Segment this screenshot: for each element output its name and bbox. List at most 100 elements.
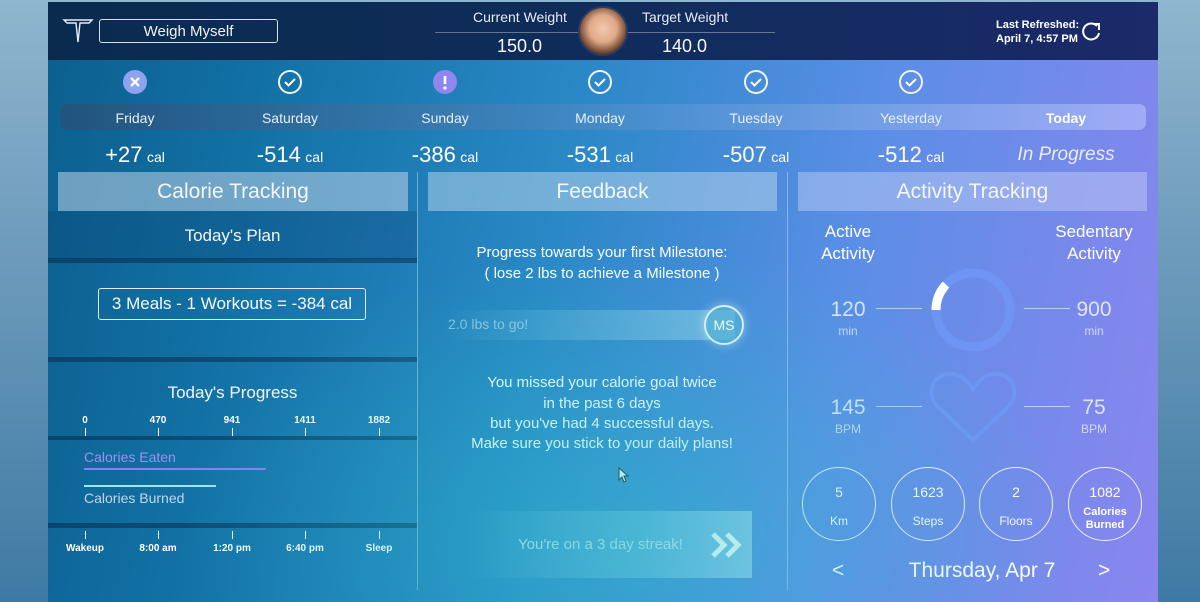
- calorie-unit: cal: [926, 149, 945, 165]
- todays-progress-title: Today's Progress: [167, 383, 298, 402]
- streak-banner[interactable]: You're on a 3 day streak!: [466, 511, 752, 578]
- floors-stat[interactable]: 2 Floors: [979, 467, 1053, 541]
- sedentary-minutes-value: 900: [1076, 298, 1112, 321]
- time-tick: [232, 531, 233, 539]
- refresh-icon[interactable]: [1080, 21, 1102, 43]
- calorie-unit: cal: [615, 149, 634, 165]
- sedentary-activity-label: Sedentary Activity: [1046, 221, 1142, 265]
- time-label: 6:40 pm: [286, 543, 324, 554]
- activity-tracking-header[interactable]: Activity Tracking: [798, 172, 1147, 211]
- day-calorie-delta: -531 cal: [530, 142, 670, 168]
- bpm-low-unit: BPM: [1080, 422, 1107, 436]
- calorie-value: -514: [256, 142, 301, 167]
- time-tick: [158, 531, 159, 539]
- time-label: Sleep: [365, 543, 393, 554]
- scale-tick: [158, 428, 159, 436]
- today-in-progress: In Progress: [1017, 144, 1115, 165]
- sedentary-minutes-unit: min: [1084, 324, 1104, 338]
- weigh-myself-button[interactable]: Weigh Myself: [99, 19, 278, 43]
- calories-eaten-bar: [84, 468, 267, 470]
- day-status-check-icon: [899, 70, 923, 94]
- stat-unit: Km: [830, 514, 848, 528]
- time-label: Wakeup: [66, 543, 104, 554]
- scale-label: 470: [149, 415, 167, 426]
- bpm-high-value: 145: [830, 396, 866, 419]
- day-tab-tuesday[interactable]: Tuesday: [696, 110, 816, 126]
- scale-label: 1882: [367, 415, 391, 426]
- scale-label: 1411: [294, 415, 316, 426]
- milestone-progress-text: 2.0 lbs to go!: [448, 316, 529, 332]
- activity-ring: [931, 268, 1015, 352]
- calorie-value: -512: [877, 142, 922, 167]
- calorie-value: -531: [566, 142, 611, 167]
- mouse-cursor-icon: [618, 467, 630, 483]
- sedentary-label-line: Activity: [1067, 244, 1121, 263]
- panel-divider-line: [48, 523, 417, 528]
- milestone-badge[interactable]: MS: [704, 305, 744, 345]
- day-status-check-icon: [744, 70, 768, 94]
- day-status-warning-icon: [433, 70, 457, 94]
- day-calorie-delta: +27 cal: [65, 142, 205, 168]
- active-minutes-unit: min: [838, 324, 858, 338]
- feedback-header[interactable]: Feedback: [428, 172, 777, 211]
- calorie-unit: cal: [460, 149, 479, 165]
- stat-value: 5: [835, 484, 843, 500]
- connector-line: [876, 406, 922, 407]
- app-logo: [62, 19, 94, 43]
- feedback-message-line: Make sure you stick to your daily plans!: [471, 435, 733, 452]
- weight-summary: Current Weight 150.0 Target Weight 140.0: [435, 2, 775, 60]
- day-tab-today[interactable]: Today: [1006, 110, 1126, 126]
- day-status-check-icon: [588, 70, 612, 94]
- panel-divider-line: [48, 357, 417, 362]
- app-window: Weigh Myself Current Weight 150.0 Target…: [48, 2, 1158, 602]
- next-day-arrow[interactable]: >: [1098, 559, 1110, 583]
- day-calorie-delta: -386 cal: [375, 142, 515, 168]
- day-tab-friday[interactable]: Friday: [75, 110, 195, 126]
- double-chevron-right-icon[interactable]: [710, 530, 744, 560]
- scale-label: 941: [223, 415, 241, 426]
- calories-burned-stat[interactable]: 1082 Calories Burned: [1068, 467, 1142, 541]
- top-bar: Weigh Myself Current Weight 150.0 Target…: [48, 2, 1158, 60]
- day-tab-monday[interactable]: Monday: [540, 110, 660, 126]
- calorie-value: -386: [411, 142, 456, 167]
- active-label-line: Activity: [821, 244, 875, 263]
- day-tab-yesterday[interactable]: Yesterday: [851, 110, 971, 126]
- target-weight-label: Target Weight: [642, 9, 729, 25]
- stat-unit: Steps: [912, 514, 944, 528]
- milestone-line-1: Progress towards your first Milestone:: [476, 244, 728, 261]
- milestone-line-2: ( lose 2 lbs to achieve a Milestone ): [484, 265, 720, 282]
- stat-value: 1082: [1089, 484, 1121, 500]
- day-tab-sunday[interactable]: Sunday: [385, 110, 505, 126]
- active-activity-label: Active Activity: [808, 221, 888, 265]
- distance-stat[interactable]: 5 Km: [802, 467, 876, 541]
- stat-value: 1623: [912, 484, 944, 500]
- bpm-high-unit: BPM: [834, 422, 861, 436]
- panel-divider: [787, 172, 788, 590]
- calorie-value: +27: [105, 142, 143, 167]
- target-weight-value: 140.0: [662, 36, 708, 56]
- time-label: 1:20 pm: [213, 543, 251, 554]
- day-status-check-icon: [278, 70, 302, 94]
- day-tab-saturday[interactable]: Saturday: [230, 110, 350, 126]
- calories-eaten-label: Calories Eaten: [84, 449, 176, 465]
- plan-summary-box[interactable]: 3 Meals - 1 Workouts = -384 cal: [98, 288, 366, 320]
- avatar[interactable]: [578, 6, 628, 56]
- feedback-message-line: You missed your calorie goal twice: [487, 374, 717, 391]
- feedback-message-line: but you've had 4 successful days.: [490, 415, 714, 432]
- day-calorie-delta: -514 cal: [220, 142, 360, 168]
- steps-stat[interactable]: 1623 Steps: [891, 467, 965, 541]
- time-tick: [85, 531, 86, 539]
- calorie-unit: cal: [771, 149, 790, 165]
- calorie-tracking-header[interactable]: Calorie Tracking: [58, 172, 408, 211]
- activity-date: Thursday, Apr 7: [908, 559, 1056, 582]
- time-label: 8:00 am: [139, 543, 177, 554]
- bpm-low-value: 75: [1082, 396, 1106, 419]
- heart-icon: [929, 371, 1017, 443]
- day-calorie-delta: -512 cal: [841, 142, 981, 168]
- panel-divider-line: [48, 258, 417, 263]
- scale-tick: [305, 428, 306, 436]
- scale-tick: [379, 428, 380, 436]
- feedback-message-line: in the past 6 days: [543, 395, 661, 412]
- calories-burned-bar: [84, 485, 217, 487]
- calorie-unit: cal: [146, 149, 165, 165]
